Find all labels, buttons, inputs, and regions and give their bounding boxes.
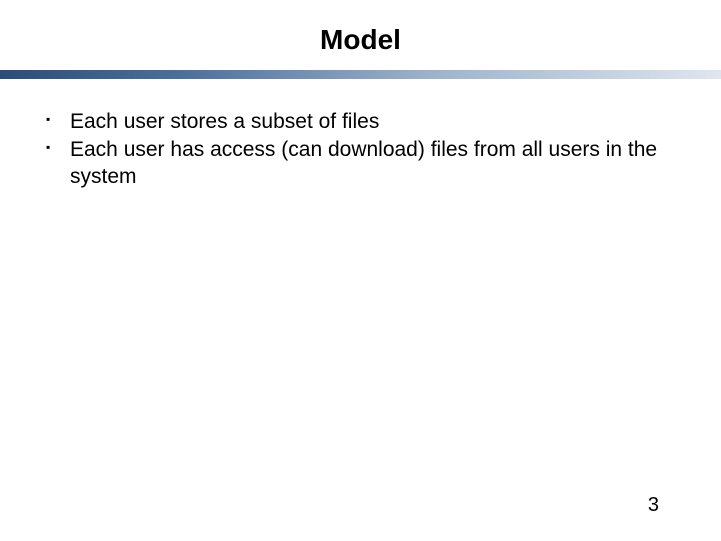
slide-title: Model	[0, 24, 721, 56]
list-item: Each user has access (can download) file…	[40, 137, 681, 190]
list-item: Each user stores a subset of files	[40, 109, 681, 135]
bullet-list: Each user stores a subset of files Each …	[40, 109, 681, 190]
page-number: 3	[648, 494, 659, 517]
divider-bar	[0, 70, 721, 79]
content-area: Each user stores a subset of files Each …	[0, 79, 721, 190]
title-area: Model	[0, 0, 721, 56]
slide: Model Each user stores a subset of files…	[0, 0, 721, 541]
